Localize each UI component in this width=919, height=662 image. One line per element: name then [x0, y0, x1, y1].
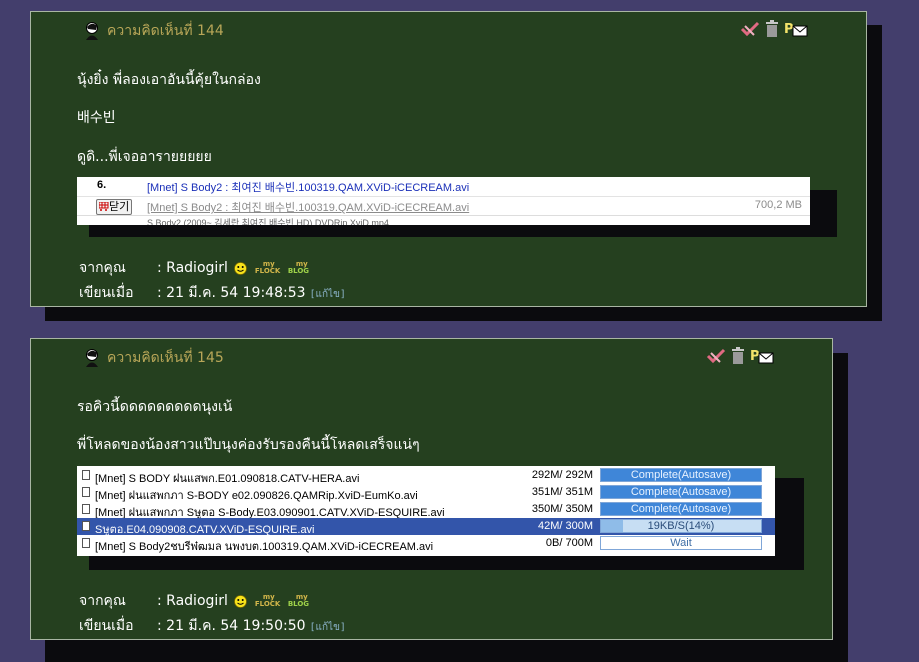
- embedded-screenshot: 6. [Mnet] S Body2 : 최여진 배수빈.100319.QAM.X…: [77, 177, 810, 225]
- myflock-label: FLOCK: [254, 267, 281, 275]
- cart-icon: [98, 201, 109, 211]
- smiley-icon: [234, 594, 248, 608]
- download-row-selected: Sษูตอ.E04.090908.CATV.XViD-ESQUIRE.avi 4…: [77, 518, 775, 536]
- from-label: จากคุณ: [79, 260, 126, 276]
- file-icon: [82, 538, 90, 548]
- comment-text-line: นุ้งยิ๋ง พี่ลองเอาอันนี้คุ้ยในกล่อง: [77, 72, 261, 88]
- download-status: 19KB/S(14%): [647, 520, 715, 532]
- check-icon[interactable]: [740, 21, 760, 37]
- from-label: จากคุณ: [79, 593, 126, 609]
- post-date: : 21 มี.ค. 54 19:48:53: [157, 285, 306, 301]
- comment-tools: P: [740, 20, 808, 38]
- file-row: 닫기 [Mnet] S Body2 : 최여진 배수빈.100319.QAM.X…: [77, 196, 810, 215]
- svg-text:P: P: [784, 22, 794, 37]
- download-row: [Mnet] S Body2ชบรีพ๋ฒมล นพงบต.100319.QAM…: [77, 535, 775, 553]
- comment-number: ความคิดเห็นที่ 145: [107, 350, 224, 366]
- file-title-dup: [Mnet] S Body2 : 최여진 배수빈.100319.QAM.XViD…: [147, 202, 470, 214]
- download-status: Wait: [600, 536, 762, 550]
- edit-link[interactable]: [แก้ไข]: [310, 289, 346, 300]
- myflock-link[interactable]: my FLOCK: [255, 261, 281, 275]
- smiley-icon: [234, 261, 248, 275]
- download-progress: 19KB/S(14%): [600, 519, 762, 533]
- close-label: 닫기: [109, 201, 130, 213]
- comment-text-line: 배수빈: [77, 110, 116, 126]
- download-row: [Mnet] S BODY ฝนแสพก.E01.090818.CATV-HER…: [77, 467, 775, 485]
- file-icon: [82, 504, 90, 514]
- edit-link[interactable]: [แก้ไข]: [310, 622, 346, 633]
- comment-text-line: ดูดิ...พี่เจออารายยยยย: [77, 149, 212, 165]
- file-row-cut: S Body2 (2009~ 김세란 최여진 배수빈 HD) DVDRip Xv…: [77, 215, 810, 225]
- download-size: 42M/ 300M: [537, 520, 593, 532]
- check-icon[interactable]: [706, 348, 726, 364]
- comment-tools: P: [706, 347, 774, 365]
- post-date: : 21 มี.ค. 54 19:50:50: [157, 618, 306, 634]
- myblog-link[interactable]: my BLOG: [288, 261, 309, 275]
- download-size: 351M/ 351M: [531, 486, 593, 498]
- private-message-icon[interactable]: P: [750, 348, 774, 364]
- file-title-cut: S Body2 (2009~ 김세란 최여진 배수빈 HD) DVDRip Xv…: [147, 218, 389, 225]
- svg-text:P: P: [750, 349, 760, 364]
- date-line: เขียนเมื่อ : 21 มี.ค. 54 19:48:53 [แก้ไข]: [79, 282, 346, 304]
- comment-card: ความคิดเห็นที่ 145 P รอคิวนี้ดดดดดดดดดนุ…: [30, 338, 833, 640]
- private-message-icon[interactable]: P: [784, 21, 808, 37]
- myblog-label: BLOG: [287, 600, 310, 608]
- myflock-label: FLOCK: [254, 600, 281, 608]
- date-line: เขียนเมื่อ : 21 มี.ค. 54 19:50:50 [แก้ไข]: [79, 615, 346, 637]
- progress-fill: [601, 520, 624, 532]
- myflock-link[interactable]: my FLOCK: [255, 594, 281, 608]
- author-name[interactable]: : Radiogirl: [157, 593, 228, 609]
- download-size: 0B/ 700M: [545, 537, 593, 549]
- myblog-link[interactable]: my BLOG: [288, 594, 309, 608]
- download-size: 350M/ 350M: [531, 503, 593, 515]
- comment-header: ความคิดเห็นที่ 145: [83, 347, 224, 369]
- close-button: 닫기: [96, 199, 133, 215]
- written-label: เขียนเมื่อ: [79, 618, 134, 634]
- trash-icon[interactable]: [765, 20, 779, 38]
- download-size: 292M/ 292M: [531, 469, 593, 481]
- written-label: เขียนเมื่อ: [79, 285, 134, 301]
- file-title-link: [Mnet] S Body2 : 최여진 배수빈.100319.QAM.XViD…: [147, 182, 470, 194]
- comment-number: ความคิดเห็นที่ 144: [107, 23, 224, 39]
- myblog-label: BLOG: [287, 267, 310, 275]
- file-icon: [82, 521, 90, 531]
- download-status: Complete(Autosave): [600, 502, 762, 516]
- comment-text-line: พี่โหลดของน้องสาวแป๊บนุงค่องรับรองคืนนี้…: [77, 437, 420, 453]
- author-line: จากคุณ : Radiogirl my FLOCK my BLOG: [79, 590, 309, 612]
- comment-header: ความคิดเห็นที่ 144: [83, 20, 224, 42]
- author-name[interactable]: : Radiogirl: [157, 260, 228, 276]
- download-filename: [Mnet] S Body2ชบรีพ๋ฒมล นพงบต.100319.QAM…: [95, 541, 434, 553]
- comment-text-line: รอคิวนี้ดดดดดดดดดนุงเน้: [77, 399, 233, 415]
- anonymous-avatar-icon: [86, 22, 98, 40]
- download-list: [Mnet] S BODY ฝนแสพก.E01.090818.CATV-HER…: [77, 466, 775, 556]
- download-row: [Mnet] ฝนแสพกภา Sษูตอ S-Body.E03.090901.…: [77, 501, 775, 519]
- download-status: Complete(Autosave): [600, 468, 762, 482]
- author-line: จากคุณ : Radiogirl my FLOCK my BLOG: [79, 257, 309, 279]
- anonymous-avatar-icon: [86, 349, 98, 367]
- file-icon: [82, 470, 90, 480]
- download-status: Complete(Autosave): [600, 485, 762, 499]
- file-size: 700,2 MB: [754, 199, 802, 211]
- file-icon: [82, 487, 90, 497]
- trash-icon[interactable]: [731, 347, 745, 365]
- file-number: 6.: [97, 179, 107, 191]
- file-row: 6. [Mnet] S Body2 : 최여진 배수빈.100319.QAM.X…: [77, 179, 810, 195]
- comment-card: ความคิดเห็นที่ 144 P นุ้งยิ๋ง พี่ลองเอาอ…: [30, 11, 867, 307]
- download-row: [Mnet] ฝนแสพกภา S-BODY e02.090826.QAMRip…: [77, 484, 775, 502]
